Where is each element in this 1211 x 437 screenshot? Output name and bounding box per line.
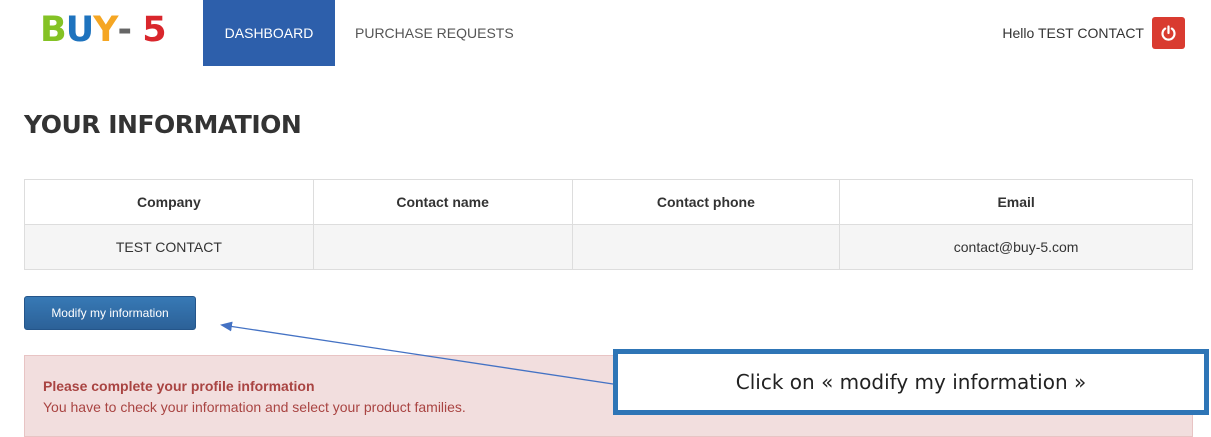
callout-text: Click on « modify my information » (735, 370, 1087, 394)
annotation-callout: Click on « modify my information » (613, 349, 1209, 415)
